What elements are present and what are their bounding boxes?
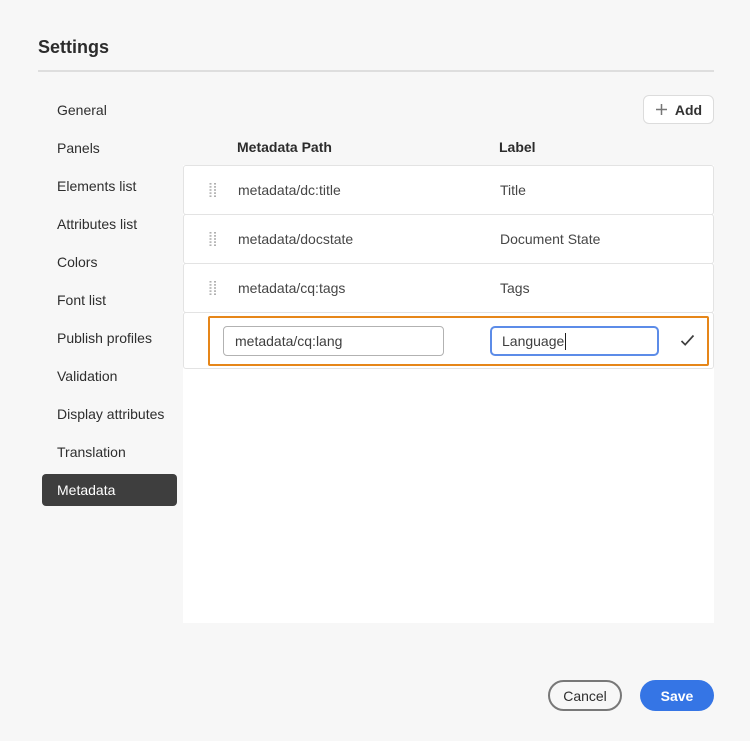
table-row[interactable]: metadata/cq:tags Tags [183, 263, 714, 313]
metadata-path-cell: metadata/dc:title [238, 182, 341, 198]
save-button[interactable]: Save [640, 680, 714, 711]
sidebar-item-colors[interactable]: Colors [42, 243, 177, 281]
column-header-label: Label [499, 139, 536, 155]
table-row[interactable]: metadata/docstate Document State [183, 214, 714, 264]
drag-handle-icon[interactable] [209, 183, 217, 198]
sidebar-item-display-attributes[interactable]: Display attributes [42, 395, 177, 433]
sidebar-item-publish-profiles[interactable]: Publish profiles [42, 319, 177, 357]
drag-handle-icon[interactable] [209, 281, 217, 296]
label-cell: Title [500, 182, 526, 198]
sidebar-item-font-list[interactable]: Font list [42, 281, 177, 319]
table-row[interactable]: metadata/dc:title Title [183, 165, 714, 215]
text-cursor [565, 333, 567, 350]
cancel-button[interactable]: Cancel [548, 680, 622, 711]
add-button[interactable]: Add [643, 95, 714, 124]
sidebar-item-attributes-list[interactable]: Attributes list [42, 205, 177, 243]
settings-sidebar: General Panels Elements list Attributes … [42, 91, 177, 509]
label-cell: Document State [500, 231, 600, 247]
plus-icon [655, 103, 668, 116]
metadata-path-input[interactable] [223, 326, 444, 356]
page-title: Settings [38, 37, 109, 58]
label-input-value: Language [502, 333, 564, 349]
label-cell: Tags [500, 280, 530, 296]
metadata-path-cell: metadata/cq:tags [238, 280, 345, 296]
metadata-path-cell: metadata/docstate [238, 231, 353, 247]
drag-handle-icon[interactable] [209, 232, 217, 247]
sidebar-item-validation[interactable]: Validation [42, 357, 177, 395]
table-row-editing: Language [183, 312, 714, 369]
column-header-metadata-path: Metadata Path [237, 139, 332, 155]
sidebar-item-metadata[interactable]: Metadata [42, 471, 177, 509]
label-input[interactable]: Language [490, 326, 659, 356]
sidebar-item-panels[interactable]: Panels [42, 129, 177, 167]
settings-dialog: Settings General Panels Elements list At… [0, 0, 750, 741]
sidebar-item-elements-list[interactable]: Elements list [42, 167, 177, 205]
title-divider [38, 70, 714, 72]
add-button-label: Add [675, 102, 702, 118]
sidebar-item-general[interactable]: General [42, 91, 177, 129]
metadata-table: metadata/dc:title Title metadata/docstat… [183, 165, 714, 623]
sidebar-item-translation[interactable]: Translation [42, 433, 177, 471]
checkmark-icon[interactable] [678, 332, 696, 350]
